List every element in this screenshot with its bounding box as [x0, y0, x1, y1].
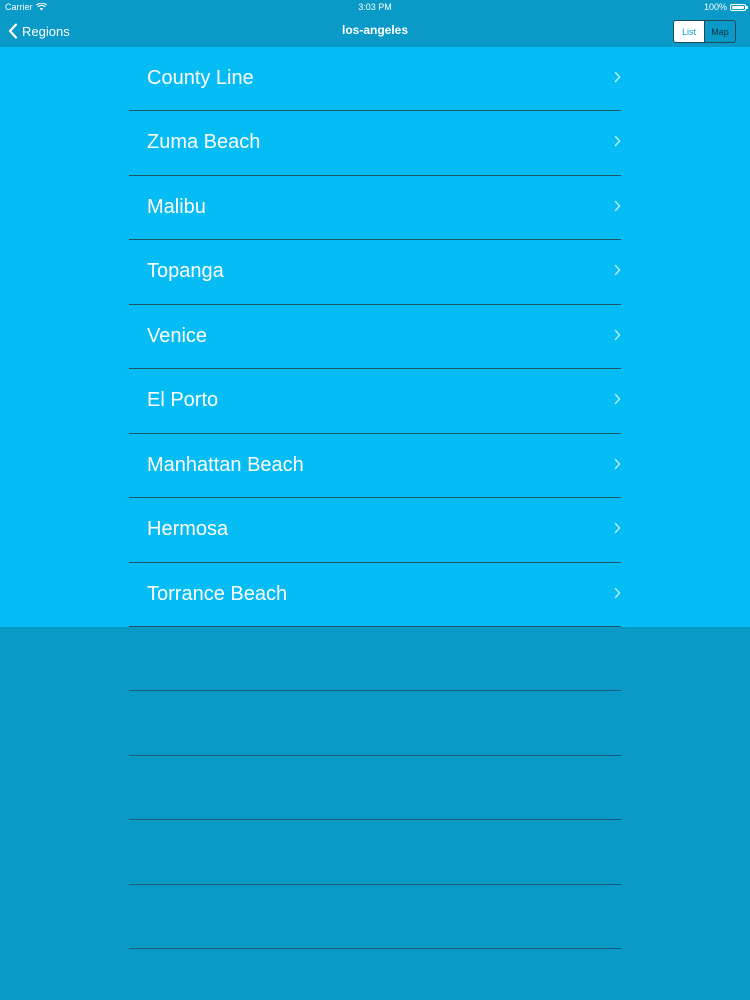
- chevron-right-icon: [614, 393, 621, 405]
- chevron-right-icon: [614, 71, 621, 83]
- list-item-label: County Line: [147, 67, 254, 89]
- list-item-label: Malibu: [147, 195, 206, 218]
- list-item-label: Zuma Beach: [147, 131, 261, 154]
- chevron-right-icon: [614, 136, 621, 147]
- empty-row-separator: [129, 627, 621, 692]
- spot-list: County Line Zuma Beach Malibu Topanga Ve…: [129, 47, 621, 627]
- list-item[interactable]: Topanga: [129, 240, 621, 305]
- empty-row-separator: [129, 691, 621, 756]
- chevron-right-icon: [614, 522, 621, 534]
- list-item-label: Topanga: [147, 260, 224, 283]
- list-item[interactable]: El Porto: [129, 369, 621, 434]
- chevron-right-icon: [614, 265, 621, 276]
- empty-row-separator: [129, 885, 621, 950]
- page-title: los-angeles: [341, 23, 409, 37]
- chevron-right-icon: [614, 458, 621, 469]
- battery-percent: 100%: [703, 2, 727, 12]
- segment-list[interactable]: List: [674, 21, 704, 42]
- list-item[interactable]: Torrance Beach: [129, 563, 621, 627]
- list-item[interactable]: County Line: [129, 47, 621, 112]
- battery-area: 100%: [703, 2, 748, 12]
- list-item[interactable]: Zuma Beach: [129, 111, 621, 176]
- list-item[interactable]: Manhattan Beach: [129, 434, 621, 499]
- list-item-label: Venice: [147, 324, 208, 347]
- list-item[interactable]: Malibu: [129, 176, 621, 241]
- segment-map[interactable]: Map: [704, 21, 735, 42]
- empty-list-area: [129, 627, 621, 950]
- navigation-bar: Regions los-angeles List Map: [0, 14, 750, 47]
- empty-row-separator: [129, 820, 621, 885]
- list-item[interactable]: Hermosa: [129, 498, 621, 563]
- view-mode-segmented-control[interactable]: List Map: [673, 20, 736, 43]
- list-item[interactable]: Venice: [129, 305, 621, 370]
- battery-icon: [730, 3, 748, 11]
- status-bar: Carrier 3:03 PM 100%: [0, 0, 750, 14]
- chevron-right-icon: [614, 329, 621, 340]
- chevron-right-icon: [614, 587, 621, 598]
- list-item-label: El Porto: [147, 389, 219, 412]
- empty-row-separator: [129, 756, 621, 821]
- list-item-label: Hermosa: [147, 518, 229, 541]
- list-item-label: Manhattan Beach: [147, 453, 304, 476]
- chevron-right-icon: [614, 200, 621, 212]
- clock: 3:03 PM: [358, 2, 392, 12]
- list-item-label: Torrance Beach: [147, 582, 288, 605]
